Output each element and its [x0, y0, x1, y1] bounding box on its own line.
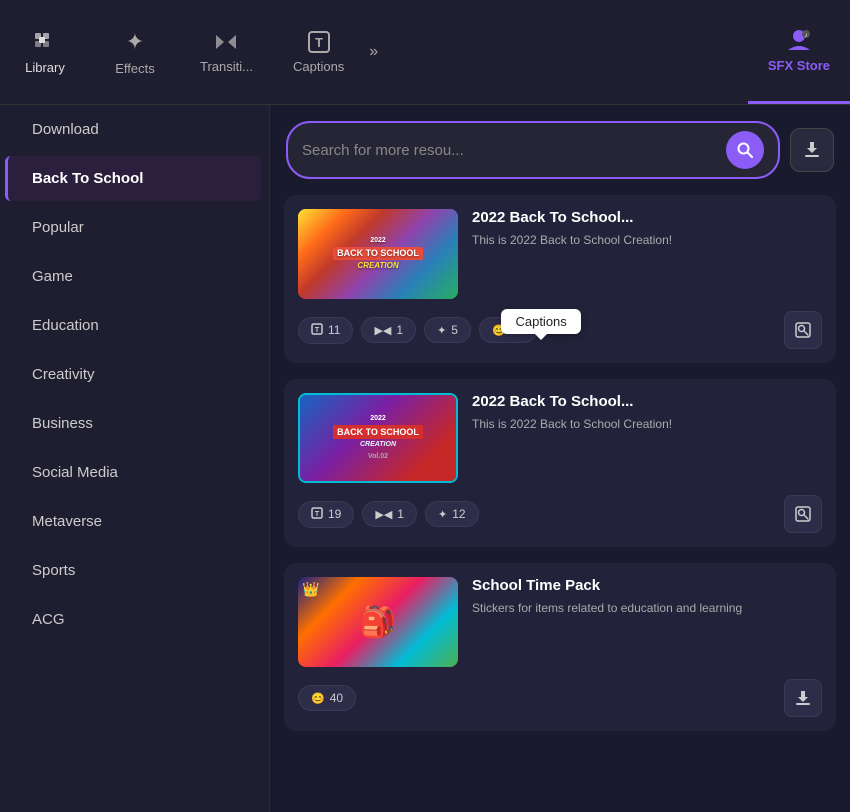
card-1-badges: T 11 Captions ▶◀ 1 ✦ 5: [298, 311, 822, 349]
captions-tooltip: Captions: [501, 309, 580, 334]
card-1-badge-captions[interactable]: T 11: [298, 317, 353, 344]
card-1-badge-transitions[interactable]: ▶◀ 1: [361, 317, 416, 343]
crown-icon: 👑: [302, 581, 319, 598]
card-3-badges: 😊 40: [298, 679, 822, 717]
card-2-action-button[interactable]: [784, 495, 822, 533]
card-3-info: School Time Pack Stickers for items rela…: [472, 577, 822, 667]
effects-badge-icon: ✦: [437, 324, 446, 337]
card-2-top: 2022 BACK TO SCHOOL CREATION Vol.02 2022…: [298, 393, 822, 483]
card-2: 2022 BACK TO SCHOOL CREATION Vol.02 2022…: [284, 379, 836, 547]
card-1-badge-effects[interactable]: ✦ 5: [424, 317, 471, 343]
card-3-download-wrap: [784, 679, 822, 717]
sidebar-item-business[interactable]: Business: [8, 401, 261, 446]
card-1-thumbnail: 2022 BACK TO SCHOOL CREATION: [298, 209, 458, 299]
card-1-title: 2022 Back To School...: [472, 209, 822, 226]
tab-transitions[interactable]: Transiti...: [180, 0, 273, 104]
card-3-download-button[interactable]: [784, 679, 822, 717]
svg-text:T: T: [315, 35, 323, 50]
card-3-stickers-count: 40: [330, 691, 343, 705]
effects-icon: ✦: [126, 29, 144, 55]
sidebar: Download Back To School Popular Game Edu…: [0, 105, 270, 812]
sidebar-item-creativity[interactable]: Creativity: [8, 352, 261, 397]
tab-effects-label: Effects: [115, 61, 155, 76]
tab-effects[interactable]: ✦ Effects: [90, 0, 180, 104]
sidebar-item-sports[interactable]: Sports: [8, 548, 261, 593]
transitions-icon: [214, 31, 238, 53]
transitions-badge-icon: ▶◀: [374, 324, 391, 337]
sidebar-item-metaverse[interactable]: Metaverse: [8, 499, 261, 544]
card-2-title: 2022 Back To School...: [472, 393, 822, 410]
content-area: 2022 BACK TO SCHOOL CREATION 2022 Back T…: [270, 105, 850, 812]
captions-badge-icon: T: [311, 323, 323, 338]
card-1-desc: This is 2022 Back to School Creation!: [472, 232, 822, 249]
card-2-search-icon: [795, 506, 811, 522]
transitions-badge-icon2: ▶◀: [375, 508, 392, 521]
card-1: 2022 BACK TO SCHOOL CREATION 2022 Back T…: [284, 195, 836, 363]
card-2-thumbnail: 2022 BACK TO SCHOOL CREATION Vol.02: [298, 393, 458, 483]
sidebar-item-social-media[interactable]: Social Media: [8, 450, 261, 495]
card-3-top: 🎒 👑 School Time Pack Stickers for items …: [298, 577, 822, 667]
sidebar-item-acg[interactable]: ACG: [8, 597, 261, 642]
sidebar-item-back-to-school[interactable]: Back To School: [5, 156, 261, 201]
card-1-effects-count: 5: [451, 323, 458, 337]
card-3-thumbnail: 🎒 👑: [298, 577, 458, 667]
tab-library-label: Library: [25, 60, 65, 75]
svg-text:T: T: [315, 511, 320, 518]
card-2-info: 2022 Back To School... This is 2022 Back…: [472, 393, 822, 483]
captions-icon: T: [308, 31, 330, 53]
card-1-captions-count: 11: [328, 323, 340, 337]
captions-badge-icon2: T: [311, 507, 323, 522]
card-2-badge-effects[interactable]: ✦ 12: [425, 501, 479, 527]
card-3: 🎒 👑 School Time Pack Stickers for items …: [284, 563, 836, 731]
card-1-transitions-wrap: Captions ▶◀ 1: [361, 317, 416, 343]
sfx-store-icon: ♪: [786, 28, 812, 52]
sidebar-item-popular[interactable]: Popular: [8, 205, 261, 250]
search-input-wrap[interactable]: [286, 121, 780, 179]
search-button[interactable]: [726, 131, 764, 169]
svg-text:T: T: [315, 327, 320, 334]
download-icon: [802, 140, 822, 160]
sidebar-item-game[interactable]: Game: [8, 254, 261, 299]
card-2-captions-count: 19: [328, 507, 341, 521]
card-2-effects-count: 12: [452, 507, 465, 521]
effects-badge-icon2: ✦: [438, 508, 447, 521]
tab-library[interactable]: Library: [0, 0, 90, 104]
library-icon: [33, 30, 57, 54]
cards-container: 2022 BACK TO SCHOOL CREATION 2022 Back T…: [270, 191, 850, 812]
stickers-badge-icon3: 😊: [311, 692, 325, 705]
card-2-badge-captions[interactable]: T 19: [298, 501, 354, 528]
card-1-info: 2022 Back To School... This is 2022 Back…: [472, 209, 822, 299]
tab-captions-label: Captions: [293, 59, 344, 74]
download-button[interactable]: [790, 128, 834, 172]
card-1-search-icon: [795, 322, 811, 338]
card-2-transitions-count: 1: [397, 507, 404, 521]
main-layout: Download Back To School Popular Game Edu…: [0, 105, 850, 812]
search-input[interactable]: [302, 142, 718, 159]
card-3-desc: Stickers for items related to education …: [472, 600, 822, 617]
card-3-title: School Time Pack: [472, 577, 822, 594]
svg-text:♪: ♪: [804, 33, 807, 39]
tab-sfx-store-label: SFX Store: [768, 58, 830, 73]
nav-more-chevron[interactable]: »: [364, 0, 383, 104]
card-1-action-button[interactable]: [784, 311, 822, 349]
tab-transitions-label: Transiti...: [200, 59, 253, 74]
card-3-badge-stickers[interactable]: 😊 40: [298, 685, 356, 711]
download-arrow-icon: [794, 689, 812, 707]
sidebar-item-education[interactable]: Education: [8, 303, 261, 348]
sidebar-item-download[interactable]: Download: [8, 107, 261, 152]
card-2-desc: This is 2022 Back to School Creation!: [472, 416, 822, 433]
tab-sfx-store[interactable]: ♪ SFX Store: [748, 0, 850, 104]
card-1-transitions-count: 1: [396, 323, 403, 337]
card-1-top: 2022 BACK TO SCHOOL CREATION 2022 Back T…: [298, 209, 822, 299]
top-nav: Library ✦ Effects Transiti... T Captions…: [0, 0, 850, 105]
search-icon: [737, 142, 753, 158]
search-bar: [270, 105, 850, 191]
tab-captions[interactable]: T Captions: [273, 0, 364, 104]
card-2-badge-transitions[interactable]: ▶◀ 1: [362, 501, 417, 527]
card-2-badges: T 19 ▶◀ 1 ✦ 12: [298, 495, 822, 533]
